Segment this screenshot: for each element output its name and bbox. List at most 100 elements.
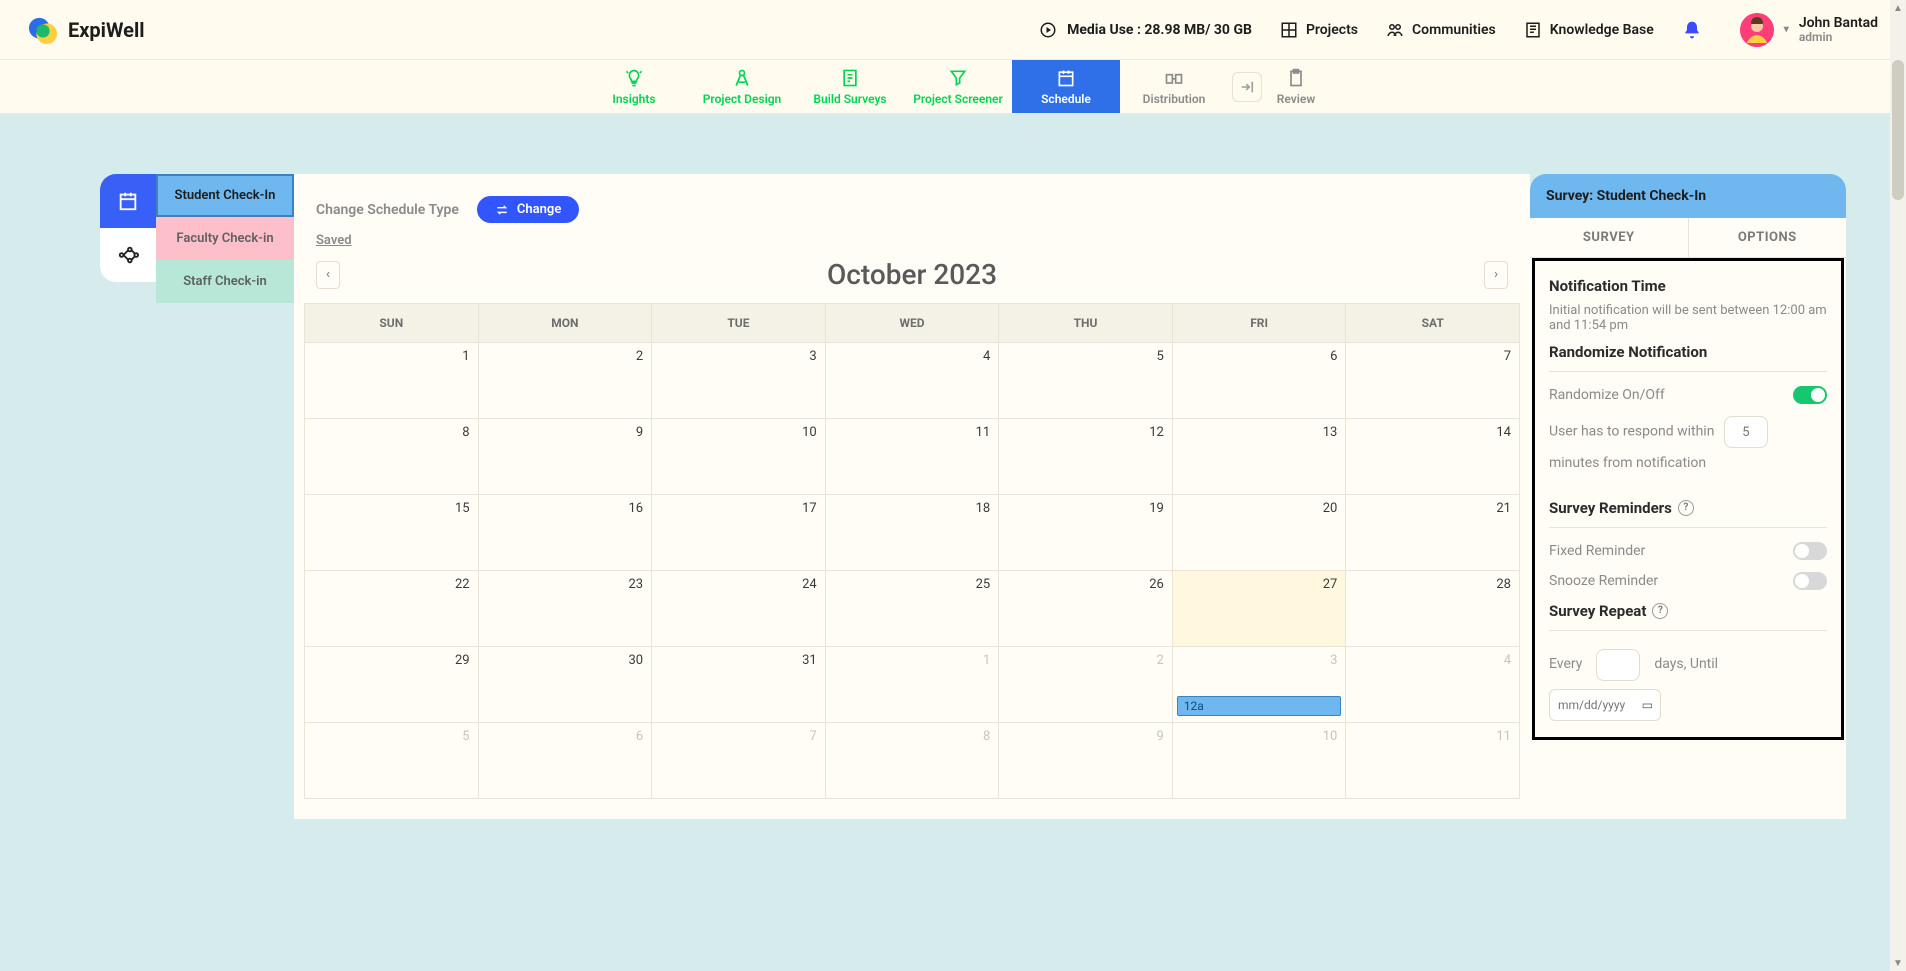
fixed-reminder-toggle[interactable] [1793, 542, 1827, 560]
export-button[interactable] [1232, 72, 1262, 102]
cal-cell[interactable]: 11 [1346, 723, 1520, 799]
cal-cell[interactable]: 3 12a [1172, 647, 1346, 723]
change-schedule-label: Change Schedule Type [316, 202, 459, 218]
day-header: FRI [1172, 304, 1346, 343]
cal-cell[interactable]: 28 [1346, 571, 1520, 647]
tab-distribution-label: Distribution [1143, 92, 1206, 106]
tab-project-design[interactable]: Project Design [688, 60, 796, 113]
panel-tab-options[interactable]: OPTIONS [1688, 218, 1847, 258]
nav-projects[interactable]: Projects [1280, 21, 1358, 39]
cal-cell[interactable]: 12 [999, 419, 1173, 495]
bell-icon[interactable] [1682, 20, 1702, 40]
rail-calendar-button[interactable] [100, 174, 156, 228]
cal-cell[interactable]: 11 [825, 419, 999, 495]
calendar-event[interactable]: 12a [1177, 696, 1342, 716]
day-header: THU [999, 304, 1173, 343]
tab-review[interactable]: Review [1266, 60, 1326, 113]
cal-cell[interactable]: 2 [478, 343, 652, 419]
brand-logo[interactable]: ExpiWell [28, 15, 145, 45]
tab-design-label: Project Design [703, 92, 782, 106]
cal-cell[interactable]: 7 [1346, 343, 1520, 419]
cal-cell[interactable]: 2 [999, 647, 1173, 723]
tab-insights-label: Insights [612, 92, 655, 106]
snooze-reminder-label: Snooze Reminder [1549, 573, 1658, 589]
cal-cell[interactable]: 22 [305, 571, 479, 647]
cal-cell[interactable]: 13 [1172, 419, 1346, 495]
repeat-days-input[interactable] [1596, 649, 1640, 681]
cal-cell[interactable]: 10 [1172, 723, 1346, 799]
cal-prev-button[interactable]: ‹ [316, 261, 340, 289]
help-icon[interactable]: ? [1678, 500, 1694, 516]
cal-cell[interactable]: 8 [305, 419, 479, 495]
cal-cell[interactable]: 1 [825, 647, 999, 723]
cal-cell-today[interactable]: 27 [1172, 571, 1346, 647]
randomize-toggle[interactable] [1793, 386, 1827, 404]
tab-project-screener[interactable]: Project Screener [904, 60, 1012, 113]
cal-cell[interactable]: 5 [999, 343, 1173, 419]
nav-communities[interactable]: Communities [1386, 21, 1496, 39]
cal-cell[interactable]: 26 [999, 571, 1173, 647]
nav-knowledge-label: Knowledge Base [1550, 22, 1654, 38]
scroll-thumb[interactable] [1892, 60, 1904, 200]
scroll-up-icon[interactable]: ▲ [1890, 0, 1906, 16]
cal-cell[interactable]: 10 [652, 419, 826, 495]
communities-icon [1386, 21, 1404, 39]
user-menu[interactable]: ▾ John Bantad admin [1740, 13, 1878, 47]
help-icon[interactable]: ? [1652, 603, 1668, 619]
reminders-title: Survey Reminders ? [1549, 499, 1827, 517]
swap-icon [495, 203, 509, 217]
cal-cell[interactable]: 1 [305, 343, 479, 419]
cal-cell[interactable]: 25 [825, 571, 999, 647]
rail-graph-button[interactable] [100, 228, 156, 282]
cal-cell[interactable]: 19 [999, 495, 1173, 571]
snooze-reminder-toggle[interactable] [1793, 572, 1827, 590]
survey-item-staff[interactable]: Staff Check-in [156, 260, 294, 303]
fixed-reminder-label: Fixed Reminder [1549, 543, 1645, 559]
cal-next-button[interactable]: › [1484, 261, 1508, 289]
top-links: Media Use : 28.98 MB/ 30 GB Projects Com… [1039, 13, 1878, 47]
book-icon [1524, 21, 1542, 39]
workspace: Student Check-In Faculty Check-in Staff … [0, 114, 1906, 849]
cal-cell[interactable]: 21 [1346, 495, 1520, 571]
tab-schedule[interactable]: Schedule [1012, 60, 1120, 113]
respond-within-row: User has to respond within minutes from … [1549, 416, 1827, 479]
cal-cell[interactable]: 29 [305, 647, 479, 723]
cal-cell[interactable]: 17 [652, 495, 826, 571]
scrollbar[interactable]: ▲ ▼ [1890, 0, 1906, 971]
survey-item-student[interactable]: Student Check-In [156, 174, 294, 217]
cal-cell[interactable]: 20 [1172, 495, 1346, 571]
tab-screener-label: Project Screener [913, 92, 1003, 106]
cal-cell[interactable]: 31 [652, 647, 826, 723]
notification-time-note: Initial notification will be sent betwee… [1549, 303, 1827, 333]
cal-cell[interactable]: 9 [999, 723, 1173, 799]
cal-cell[interactable]: 9 [478, 419, 652, 495]
cal-cell[interactable]: 14 [1346, 419, 1520, 495]
cal-cell[interactable]: 24 [652, 571, 826, 647]
cal-cell[interactable]: 23 [478, 571, 652, 647]
tab-build-surveys[interactable]: Build Surveys [796, 60, 904, 113]
cal-cell[interactable]: 16 [478, 495, 652, 571]
cal-cell[interactable]: 6 [1172, 343, 1346, 419]
cal-cell[interactable]: 3 [652, 343, 826, 419]
cal-cell[interactable]: 15 [305, 495, 479, 571]
nav-knowledge[interactable]: Knowledge Base [1524, 21, 1654, 39]
survey-item-faculty[interactable]: Faculty Check-in [156, 217, 294, 260]
cal-cell[interactable]: 30 [478, 647, 652, 723]
cal-cell[interactable]: 18 [825, 495, 999, 571]
cal-cell[interactable]: 8 [825, 723, 999, 799]
user-name: John Bantad [1799, 15, 1878, 31]
respond-minutes-input[interactable] [1724, 416, 1768, 448]
day-header: MON [478, 304, 652, 343]
cal-cell[interactable]: 5 [305, 723, 479, 799]
tab-insights[interactable]: Insights [580, 60, 688, 113]
export-icon [1238, 78, 1256, 96]
cal-cell[interactable]: 7 [652, 723, 826, 799]
avatar [1740, 13, 1774, 47]
change-button[interactable]: Change [477, 196, 579, 223]
cal-cell[interactable]: 6 [478, 723, 652, 799]
panel-tab-survey[interactable]: SURVEY [1530, 218, 1688, 258]
tab-distribution[interactable]: Distribution [1120, 60, 1228, 113]
cal-cell[interactable]: 4 [1346, 647, 1520, 723]
scroll-down-icon[interactable]: ▼ [1890, 955, 1906, 971]
cal-cell[interactable]: 4 [825, 343, 999, 419]
